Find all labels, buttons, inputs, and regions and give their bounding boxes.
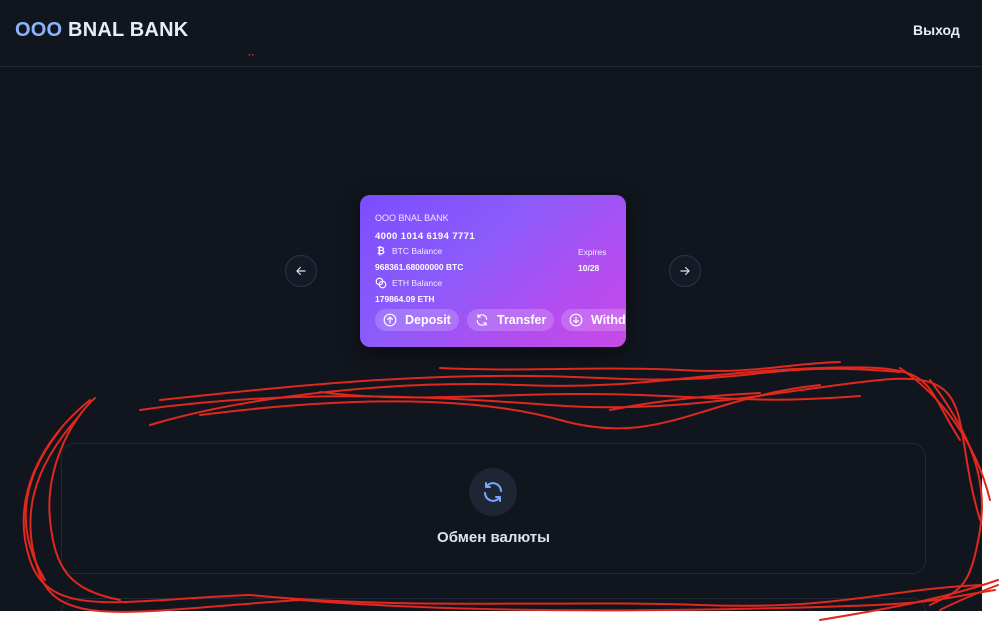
deposit-button[interactable]: Deposit bbox=[375, 309, 459, 331]
coins-icon bbox=[375, 277, 387, 289]
btc-balance-value: 968361.68000000 BTC bbox=[375, 262, 464, 272]
exchange-title: Обмен валюты bbox=[437, 529, 550, 546]
arrow-down-circle-icon bbox=[569, 313, 583, 327]
withdraw-button[interactable]: Withdraw bbox=[561, 309, 626, 331]
svg-text:₿: ₿ bbox=[377, 246, 385, 256]
card-bank-name: OOO BNAL BANK bbox=[375, 213, 449, 223]
deposit-label: Deposit bbox=[405, 313, 451, 327]
btc-balance-label: BTC Balance bbox=[392, 246, 443, 256]
card-number: 4000 1014 6194 7771 bbox=[375, 231, 476, 242]
red-mark: ·· bbox=[248, 50, 255, 61]
arrow-up-circle-icon bbox=[383, 313, 397, 327]
arrow-left-icon bbox=[296, 266, 306, 276]
expires-value: 10/28 bbox=[578, 263, 600, 273]
transfer-button[interactable]: Transfer bbox=[467, 309, 555, 331]
next-panel bbox=[61, 598, 926, 611]
eth-balance-value: 179864.09 ETH bbox=[375, 294, 435, 304]
arrow-right-icon bbox=[680, 266, 690, 276]
transfer-label: Transfer bbox=[497, 313, 547, 327]
bank-card[interactable]: OOO BNAL BANK 4000 1014 6194 7771 ₿ BTC … bbox=[360, 195, 626, 347]
currency-exchange-panel[interactable]: Обмен валюты bbox=[61, 443, 926, 574]
logout-button[interactable]: Выход bbox=[913, 22, 960, 38]
app-window: OOO BNAL BANK ·· Выход OOO BNAL BANK 400… bbox=[0, 0, 982, 611]
next-card-button[interactable] bbox=[669, 255, 701, 287]
brand-part2: BNAL BANK bbox=[68, 19, 189, 41]
eth-balance-label: ETH Balance bbox=[392, 278, 443, 288]
expires-label: Expires bbox=[578, 247, 607, 257]
header: OOO BNAL BANK ·· Выход bbox=[0, 0, 982, 67]
withdraw-label: Withdraw bbox=[591, 313, 626, 327]
refresh-icon bbox=[476, 314, 488, 326]
brand-part1: OOO bbox=[15, 19, 63, 41]
exchange-icon-circle bbox=[469, 468, 517, 516]
prev-card-button[interactable] bbox=[285, 255, 317, 287]
brand-logo[interactable]: OOO BNAL BANK bbox=[15, 19, 188, 42]
refresh-icon bbox=[484, 482, 502, 502]
bitcoin-icon: ₿ bbox=[377, 246, 385, 256]
